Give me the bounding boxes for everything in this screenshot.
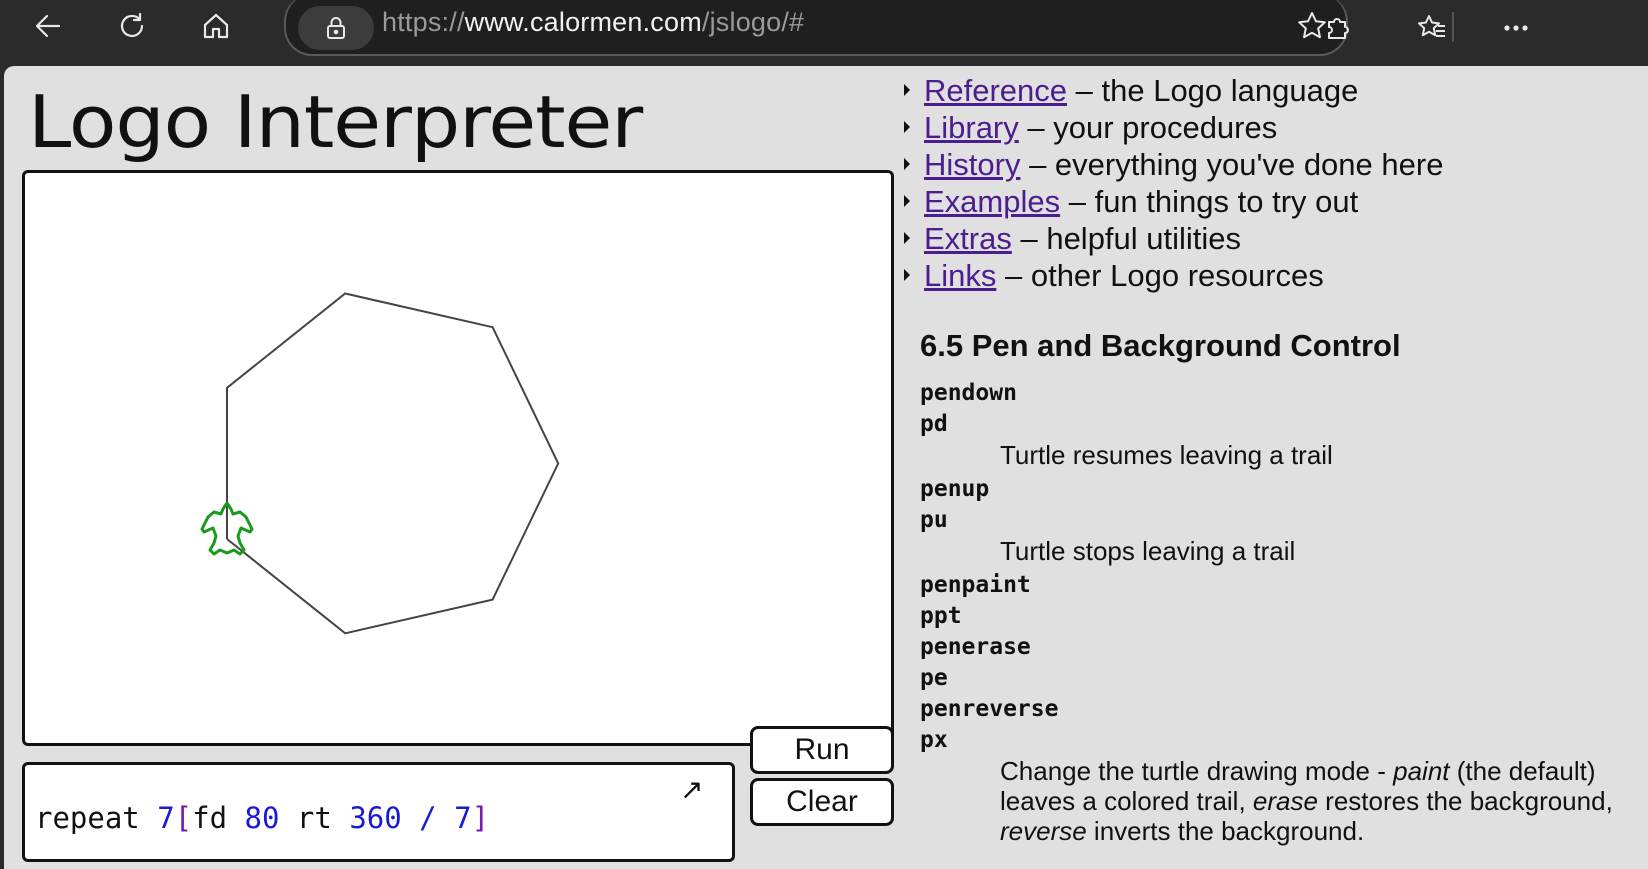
back-icon[interactable] xyxy=(28,6,68,46)
code-number: 360 xyxy=(349,801,402,835)
code-number: 7 xyxy=(157,801,175,835)
refresh-icon[interactable] xyxy=(112,6,152,46)
term-penreverse: penreverse xyxy=(920,696,1059,722)
nav-link-item: History – everything you've done here xyxy=(904,146,1443,183)
desc-emphasis: paint xyxy=(1393,756,1450,786)
nav-link-desc: – everything you've done here xyxy=(1020,147,1444,182)
bullet-icon xyxy=(904,158,910,170)
term-penpaint: penpaint xyxy=(920,572,1031,598)
toolbar-divider xyxy=(1452,12,1454,42)
term-pu: pu xyxy=(920,507,948,533)
url-path: /jslogo/# xyxy=(701,7,805,37)
bullet-icon xyxy=(904,232,910,244)
bullet-icon xyxy=(904,195,910,207)
url-scheme: https:// xyxy=(382,7,465,37)
run-button[interactable]: Run xyxy=(750,726,894,774)
favorites-icon[interactable] xyxy=(1412,8,1452,48)
term-ppt: ppt xyxy=(920,603,962,629)
nav-link-extras[interactable]: Extras xyxy=(924,221,1012,256)
nav-link-item: Library – your procedures xyxy=(904,109,1443,146)
nav-link-examples[interactable]: Examples xyxy=(924,184,1060,219)
desc-emphasis: erase xyxy=(1252,786,1318,816)
code-keyword: repeat xyxy=(35,801,158,835)
code-number: 7 xyxy=(454,801,472,835)
extensions-icon[interactable] xyxy=(1318,8,1358,48)
command-input[interactable]: repeat 7[fd 80 rt 360 / 7] ↗ xyxy=(22,762,735,862)
page-title: Logo Interpreter xyxy=(28,80,643,164)
nav-link-desc: – other Logo resources xyxy=(996,258,1324,293)
command-text[interactable]: repeat 7[fd 80 rt 360 / 7] xyxy=(35,801,489,835)
section-title: 6.5 Pen and Background Control xyxy=(920,328,1401,363)
code-number: 80 xyxy=(244,801,280,835)
nav-link-desc: – helpful utilities xyxy=(1011,221,1242,256)
url-host: www.calormen.com xyxy=(464,7,702,37)
code-keyword: rt xyxy=(279,801,350,835)
nav-links: Reference – the Logo language Library – y… xyxy=(904,72,1443,294)
bullet-icon xyxy=(904,121,910,133)
url-text[interactable]: https://www.calormen.com/jslogo/# xyxy=(382,7,804,38)
nav-link-links[interactable]: Links xyxy=(924,258,996,293)
code-keyword: fd xyxy=(192,801,245,835)
term-penup: penup xyxy=(920,476,990,502)
term-pd: pd xyxy=(920,411,948,437)
desc-emphasis: reverse xyxy=(1000,816,1087,846)
heptagon-trail xyxy=(226,292,560,635)
term-pe: pe xyxy=(920,665,948,691)
clear-button[interactable]: Clear xyxy=(750,778,894,826)
nav-link-item: Extras – helpful utilities xyxy=(904,220,1443,257)
nav-link-library[interactable]: Library xyxy=(924,110,1019,145)
desc-pen-mode: Change the turtle drawing mode - paint (… xyxy=(920,756,1644,846)
nav-link-desc: – your procedures xyxy=(1018,110,1278,145)
code-bracket: ] xyxy=(471,801,490,835)
code-operator: / xyxy=(401,801,455,835)
term-penerase: penerase xyxy=(920,634,1031,660)
nav-link-desc: – fun things to try out xyxy=(1060,184,1359,219)
home-icon[interactable] xyxy=(196,6,236,46)
turtle-drawing xyxy=(200,292,560,635)
nav-link-desc: – the Logo language xyxy=(1067,73,1359,108)
desc-penup: Turtle stops leaving a trail xyxy=(1000,536,1296,566)
desc-text: inverts the background. xyxy=(1086,816,1365,846)
turtle-canvas[interactable] xyxy=(22,170,894,746)
code-bracket: [ xyxy=(174,801,193,835)
desc-text: restores the background, xyxy=(1317,786,1613,816)
browser-toolbar: https://www.calormen.com/jslogo/# xyxy=(0,0,1648,64)
term-px: px xyxy=(920,727,948,753)
page-content: Logo Interpreter repeat 7[fd 80 rt 360 /… xyxy=(4,66,1648,869)
bullet-icon xyxy=(904,269,910,281)
expand-icon[interactable]: ↗ xyxy=(680,773,710,805)
nav-link-item: Links – other Logo resources xyxy=(904,257,1443,294)
definitions-list: pendown pd Turtle resumes leaving a trai… xyxy=(920,378,1644,850)
nav-link-item: Reference – the Logo language xyxy=(904,72,1443,109)
nav-link-reference[interactable]: Reference xyxy=(924,73,1067,108)
nav-link-history[interactable]: History xyxy=(924,147,1020,182)
lock-icon[interactable] xyxy=(298,6,374,50)
desc-text: Change the turtle drawing mode - xyxy=(1000,756,1394,786)
address-bar[interactable]: https://www.calormen.com/jslogo/# xyxy=(284,0,1348,56)
term-pendown: pendown xyxy=(920,380,1017,406)
desc-pendown: Turtle resumes leaving a trail xyxy=(1000,440,1333,470)
bullet-icon xyxy=(904,84,910,96)
more-icon[interactable] xyxy=(1496,8,1536,48)
nav-link-item: Examples – fun things to try out xyxy=(904,183,1443,220)
